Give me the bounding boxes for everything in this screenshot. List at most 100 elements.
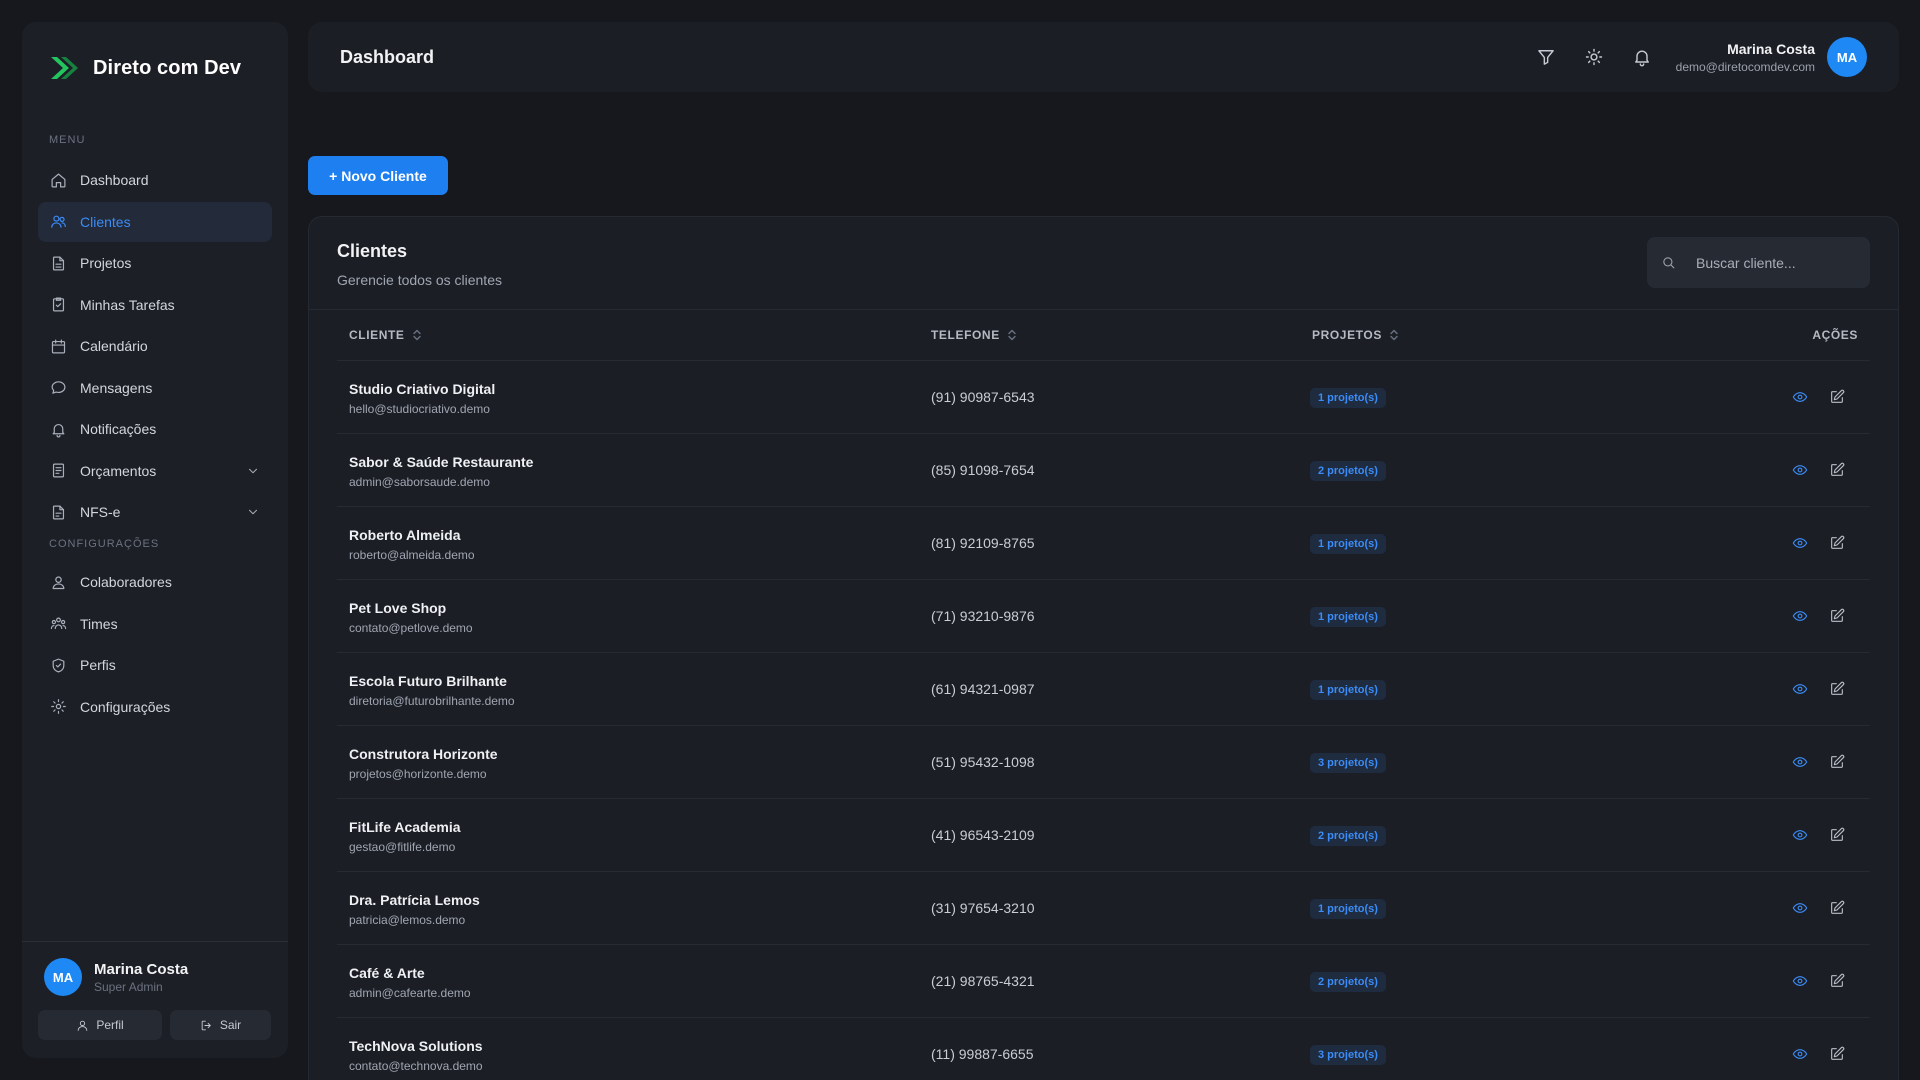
sidebar-user: MA Marina Costa Super Admin	[38, 958, 272, 996]
logout-button-label: Sair	[219, 1018, 242, 1032]
logout-icon	[201, 1020, 211, 1030]
projects-badge: 1 projeto(s)	[1310, 680, 1386, 700]
receipt-icon	[52, 463, 65, 478]
edit-button[interactable]	[1829, 462, 1845, 478]
client-cell: Construtora Horizonte projetos@horizonte…	[349, 746, 498, 781]
table-row: Sabor & Saúde Restaurante admin@saborsau…	[337, 434, 1870, 507]
projects-badge: 3 projeto(s)	[1310, 753, 1386, 773]
view-button[interactable]	[1792, 1046, 1808, 1062]
filter-icon	[1537, 50, 1554, 65]
view-button[interactable]	[1792, 827, 1808, 843]
view-button[interactable]	[1792, 608, 1808, 624]
view-button[interactable]	[1792, 389, 1808, 405]
edit-button[interactable]	[1829, 389, 1845, 405]
column-header-projects[interactable]: PROJETOS	[1312, 328, 1398, 342]
table-row: TechNova Solutions contato@technova.demo…	[337, 1018, 1870, 1080]
header-user-info[interactable]: Marina Costa demo@diretocomdev.com	[1676, 41, 1815, 74]
brand-name: Direto com Dev	[93, 56, 242, 79]
projects-badge: 1 projeto(s)	[1310, 899, 1386, 919]
client-cell: Studio Criativo Digital hello@studiocria…	[349, 381, 495, 416]
sidebar-item-projetos[interactable]: Projetos	[38, 243, 272, 283]
search-box	[1647, 237, 1870, 288]
sidebar-item-orcamentos[interactable]: Orçamentos	[38, 451, 272, 491]
client-email: admin@cafearte.demo	[349, 986, 471, 1000]
edit-button[interactable]	[1829, 900, 1845, 916]
filter-button[interactable]	[1536, 47, 1556, 67]
logout-button[interactable]: Sair	[170, 1010, 271, 1040]
sidebar-item-mensagens[interactable]: Mensagens	[38, 368, 272, 408]
table-row: Pet Love Shop contato@petlove.demo (71) …	[337, 580, 1870, 653]
client-email: projetos@horizonte.demo	[349, 767, 487, 781]
sidebar-item-times[interactable]: Times	[38, 604, 272, 644]
column-header-label: PROJETOS	[1312, 328, 1382, 342]
column-header-label: TELEFONE	[931, 328, 1000, 342]
column-header-actions: AÇÕES	[1812, 328, 1858, 342]
profile-button[interactable]: Perfil	[38, 1010, 162, 1040]
theme-toggle-button[interactable]	[1584, 47, 1604, 67]
notifications-button[interactable]	[1632, 47, 1652, 67]
table-header: CLIENTE TELEFONE PROJETOS AÇÕES	[337, 310, 1870, 361]
edit-button[interactable]	[1829, 827, 1845, 843]
team-icon	[50, 617, 67, 630]
sidebar-item-label: Perfis	[80, 657, 116, 673]
file-icon	[52, 256, 65, 270]
view-button[interactable]	[1792, 462, 1808, 478]
chevron-down-icon[interactable]	[246, 505, 260, 519]
sidebar-item-calendario[interactable]: Calendário	[38, 326, 272, 366]
sidebar-user-role: Super Admin	[94, 979, 163, 994]
client-email: contato@petlove.demo	[349, 621, 473, 635]
header-avatar[interactable]: MA	[1827, 37, 1867, 77]
brand[interactable]: Direto com Dev	[22, 22, 288, 92]
edit-button[interactable]	[1829, 608, 1845, 624]
edit-button[interactable]	[1829, 754, 1845, 770]
clients-card-header: Clientes Gerencie todos os clientes	[309, 217, 1898, 310]
sidebar-item-colaboradores[interactable]: Colaboradores	[38, 562, 272, 602]
eye-icon	[1792, 830, 1808, 840]
sidebar-item-clientes[interactable]: Clientes	[38, 201, 272, 242]
sidebar-item-configuracoes[interactable]: Configurações	[38, 687, 272, 727]
eye-icon	[1792, 538, 1808, 548]
sidebar-item-label: Configurações	[80, 698, 171, 715]
eye-icon	[1792, 684, 1808, 694]
chevron-down-icon[interactable]	[246, 464, 260, 478]
sidebar-item-dashboard[interactable]: Dashboard	[38, 160, 272, 200]
client-name: Café & Arte	[349, 965, 425, 981]
edit-icon	[1831, 535, 1845, 549]
column-header-label: CLIENTE	[349, 328, 405, 342]
edit-button[interactable]	[1829, 1046, 1845, 1062]
edit-button[interactable]	[1829, 681, 1845, 697]
sidebar-item-label: Mensagens	[80, 379, 153, 396]
users-icon	[51, 215, 66, 228]
sidebar-item-notificacoes[interactable]: Notificações	[38, 409, 272, 449]
view-button[interactable]	[1792, 754, 1808, 770]
clients-card-title: Clientes	[337, 241, 408, 261]
edit-button[interactable]	[1829, 973, 1845, 989]
column-header-client[interactable]: CLIENTE	[349, 328, 421, 342]
edit-button[interactable]	[1829, 535, 1845, 551]
column-header-label: AÇÕES	[1812, 328, 1858, 342]
view-button[interactable]	[1792, 973, 1808, 989]
avatar[interactable]: MA	[44, 958, 82, 996]
search-input[interactable]	[1696, 254, 1846, 271]
table-row: Roberto Almeida roberto@almeida.demo (81…	[337, 507, 1870, 580]
home-icon	[51, 173, 66, 187]
main-nav: Dashboard Clientes Projetos Minhas Taref…	[22, 160, 288, 532]
eye-icon	[1792, 976, 1808, 986]
client-cell: TechNova Solutions contato@technova.demo	[349, 1038, 483, 1073]
view-button[interactable]	[1792, 900, 1808, 916]
client-phone: (85) 91098-7654	[931, 462, 1035, 478]
sidebar-item-nfs-e[interactable]: NFS-e	[38, 492, 272, 532]
column-header-phone[interactable]: TELEFONE	[931, 328, 1016, 342]
header-user-name: Marina Costa	[1727, 40, 1815, 57]
client-email: roberto@almeida.demo	[349, 548, 475, 562]
new-client-button[interactable]: + Novo Cliente	[308, 156, 448, 195]
edit-icon	[1831, 827, 1845, 841]
brand-logo-icon	[51, 57, 78, 79]
sidebar-item-perfis[interactable]: Perfis	[38, 645, 272, 685]
shield-icon	[52, 658, 65, 672]
client-phone: (71) 93210-9876	[931, 608, 1035, 624]
view-button[interactable]	[1792, 681, 1808, 697]
edit-icon	[1831, 608, 1845, 622]
view-button[interactable]	[1792, 535, 1808, 551]
sidebar-item-minhas-tarefas[interactable]: Minhas Tarefas	[38, 285, 272, 325]
